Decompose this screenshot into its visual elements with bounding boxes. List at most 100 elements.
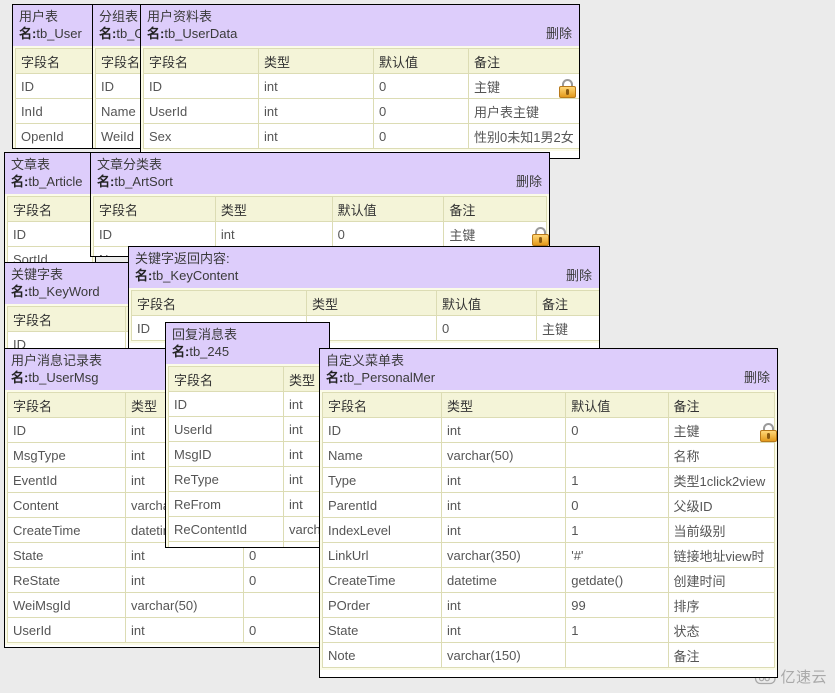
card-header: 文章分类表 名:tb_ArtSort 删除 — [91, 153, 549, 194]
table-card-tb-userdata[interactable]: 用户资料表 名:tb_UserData 删除 字段名 类型 默认值 备注 ID … — [140, 4, 580, 159]
column-header-note: 备注 — [537, 291, 600, 316]
table-row[interactable]: State int 1 状态 — [323, 618, 775, 643]
cell-type: int — [442, 593, 566, 618]
table-row[interactable]: CreateTime datet — [169, 542, 330, 549]
cell-type: int — [126, 568, 244, 593]
cell-note: 用户表主键 — [469, 99, 580, 124]
card-title: 用户资料表 — [147, 8, 573, 25]
cell-type: datetime — [442, 568, 566, 593]
cell-field: Sex — [144, 124, 259, 149]
column-header-type: 类型 — [259, 49, 374, 74]
table-row[interactable]: ID int 0 主键 — [144, 74, 580, 99]
cell-field: CreateTime — [169, 542, 284, 549]
table-name-value: tb_User — [36, 26, 82, 41]
table-row[interactable]: CreateTime datetime getdate() 创建时间 — [323, 568, 775, 593]
table-row[interactable]: ReType int — [169, 467, 330, 492]
table-header-row: 字段名 类型 默认值 备注 — [323, 393, 775, 418]
table-row[interactable]: ReState int 0 — [8, 568, 322, 593]
cell-note: 类型1click2view — [668, 468, 774, 493]
field-grid: 字段名 类型 默认值 备注 ID int 0 主键 Name varchar(5… — [320, 390, 777, 670]
cell-field: IndexLevel — [323, 518, 442, 543]
table-row[interactable]: LinkUrl varchar(350) '#' 链接地址view时 — [323, 543, 775, 568]
cell-field: CreateTime — [323, 568, 442, 593]
fields-table: 字段名 类型 ID int UserId int MsgID int ReTyp… — [168, 366, 330, 548]
table-row[interactable]: Name varchar(50) 名称 — [323, 443, 775, 468]
table-name-value: tb_PersonalMer — [343, 370, 435, 385]
cell-field: WeiMsgId — [8, 593, 126, 618]
delete-link[interactable]: 删除 — [516, 174, 542, 190]
table-name-value: tb_Article — [28, 174, 82, 189]
table-row[interactable]: WeiMsgId varchar(50) — [8, 593, 322, 618]
table-row[interactable]: IndexLevel int 1 当前级别 — [323, 518, 775, 543]
table-row[interactable]: ID int 0 主键 — [94, 222, 547, 247]
cell-note: 性别0未知1男2女 — [469, 124, 580, 149]
cell-field: LinkUrl — [323, 543, 442, 568]
card-title: 回复消息表 — [172, 326, 323, 343]
table-row[interactable]: ReFrom int — [169, 492, 330, 517]
table-name-value: tb_KeyWord — [28, 284, 99, 299]
delete-link[interactable]: 删除 — [566, 268, 592, 284]
cell-type: int — [259, 99, 374, 124]
table-row[interactable]: Sex int 0 性别0未知1男2女 — [144, 124, 580, 149]
card-title: 关键字返回内容: — [135, 250, 593, 267]
cell-note: 主键 — [469, 74, 580, 99]
canvas: 用户表 名:tb_User 字段名 ID InId OpenId 分组表 名:t… — [0, 0, 835, 693]
table-row[interactable]: ID — [8, 222, 93, 247]
cell-field: UserId — [144, 99, 259, 124]
card-header: 关键字返回内容: 名:tb_KeyContent 删除 — [129, 247, 599, 288]
cell-default: 1 — [566, 468, 668, 493]
cell-default: 0 — [244, 618, 322, 643]
cell-field: MsgType — [8, 443, 126, 468]
column-header-type: 类型 — [215, 197, 332, 222]
delete-link[interactable]: 删除 — [744, 370, 770, 386]
cell-type: varchar(150) — [442, 643, 566, 668]
table-card-tb-article[interactable]: 文章表 名:tb_Article 字段名 ID SortId — [4, 152, 96, 272]
column-header-field: 字段名 — [144, 49, 259, 74]
cell-field: ReContentId — [169, 517, 284, 542]
card-table-name: 名:tb_PersonalMer — [326, 369, 771, 386]
cell-type: varchar(350) — [442, 543, 566, 568]
cell-note: 主键 — [668, 418, 774, 443]
cell-field: MsgID — [169, 442, 284, 467]
column-header-field: 字段名 — [8, 197, 93, 222]
cell-field: State — [323, 618, 442, 643]
cell-note: 主键 — [537, 316, 600, 341]
cell-note: 链接地址view时 — [668, 543, 774, 568]
table-card-tb-keyword[interactable]: 关键字表 名:tb_KeyWord 字段名 类型 ID int — [4, 262, 136, 357]
table-name-value: tb_ArtSort — [114, 174, 173, 189]
cell-field: Type — [323, 468, 442, 493]
cell-type: int — [442, 518, 566, 543]
table-row[interactable]: UserId int 0 — [8, 618, 322, 643]
table-card-tb-personalmer[interactable]: 自定义菜单表 名:tb_PersonalMer 删除 字段名 类型 默认值 备注… — [319, 348, 778, 678]
table-row[interactable]: ID int — [169, 392, 330, 417]
cell-field: ReType — [169, 467, 284, 492]
table-row[interactable]: Type int 1 类型1click2view — [323, 468, 775, 493]
cell-default: 0 — [374, 99, 469, 124]
cell-field: POrder — [323, 593, 442, 618]
cell-field: ID — [94, 222, 216, 247]
card-title: 文章表 — [11, 156, 89, 173]
cell-field: UserId — [8, 618, 126, 643]
table-name-value: tb_UserData — [164, 26, 237, 41]
table-row[interactable]: MsgID int — [169, 442, 330, 467]
table-row[interactable]: Note varchar(150) 备注 — [323, 643, 775, 668]
table-row[interactable]: UserId int — [169, 417, 330, 442]
cell-default: 1 — [566, 518, 668, 543]
table-card-tb-245[interactable]: 回复消息表 名:tb_245 字段名 类型 ID int UserId int — [165, 322, 330, 548]
table-row[interactable]: ReContentId varchar — [169, 517, 330, 542]
cell-field: Content — [8, 493, 126, 518]
delete-link[interactable]: 删除 — [546, 26, 572, 42]
table-row[interactable]: POrder int 99 排序 — [323, 593, 775, 618]
cell-default: 99 — [566, 593, 668, 618]
cell-default: 0 — [374, 74, 469, 99]
column-header-default: 默认值 — [332, 197, 444, 222]
column-header-field: 字段名 — [169, 367, 284, 392]
table-row[interactable]: UserId int 0 用户表主键 — [144, 99, 580, 124]
cell-type: int — [126, 618, 244, 643]
table-row[interactable]: ParentId int 0 父级ID — [323, 493, 775, 518]
cell-field: UserId — [169, 417, 284, 442]
table-card-tb-artsort[interactable]: 文章分类表 名:tb_ArtSort 删除 字段名 类型 默认值 备注 ID i… — [90, 152, 550, 257]
cell-note: 状态 — [668, 618, 774, 643]
column-header-field: 字段名 — [132, 291, 307, 316]
table-row[interactable]: ID int 0 主键 — [323, 418, 775, 443]
